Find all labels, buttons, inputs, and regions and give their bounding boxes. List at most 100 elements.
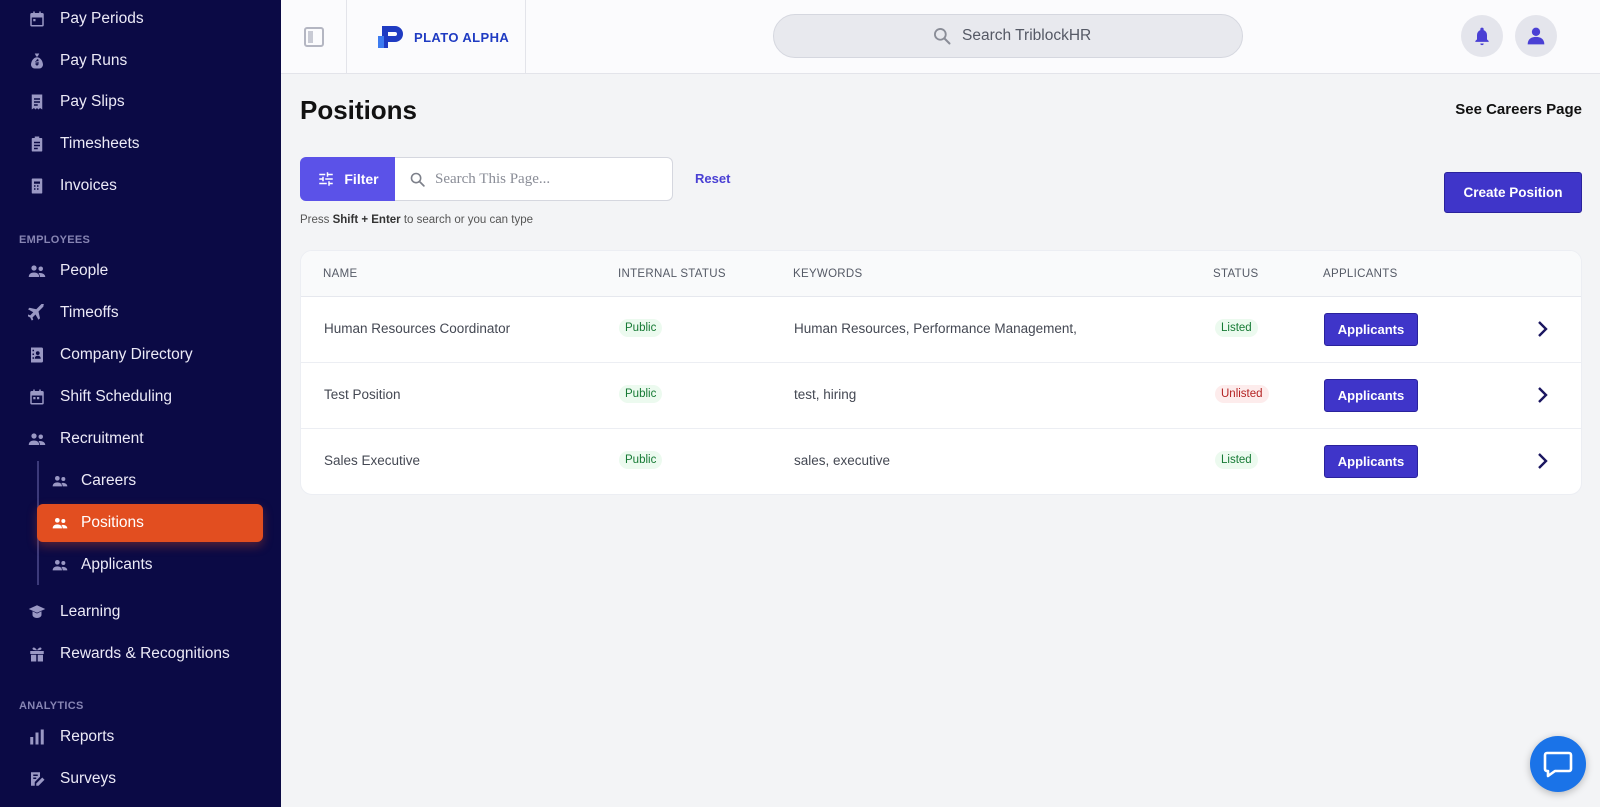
sidebar-item-timeoffs[interactable]: Timeoffs [28,298,119,328]
see-careers-page-link[interactable]: See Careers Page [1450,101,1582,118]
edit-note-icon [28,770,46,788]
search-hint: Press Shift + Enter to search or you can… [300,214,533,226]
gift-icon [28,645,46,663]
table-row[interactable]: Test Position Public test, hiring Unlist… [301,363,1581,429]
page-title: Positions [300,95,418,125]
bar-chart-icon [28,728,46,746]
column-header-applicants: APPLICANTS [1323,268,1398,280]
sidebar-item-label: Shift Scheduling [60,388,173,405]
bell-icon [1475,27,1489,46]
sidebar-item-people[interactable]: People [28,256,108,286]
sidebar-item-rewards[interactable]: Rewards & Recognitions [28,639,230,669]
positions-table: NAME INTERNAL STATUS KEYWORDS STATUS APP… [300,250,1582,495]
sidebar-item-label: Rewards & Recognitions [60,645,230,662]
position-keywords: Human Resources, Performance Management, [794,321,1077,336]
notifications-button[interactable] [1461,15,1503,57]
sidebar-toggle-icon [303,27,324,47]
logo[interactable]: PLATO ALPHA [347,0,526,74]
sidebar-item-label: Positions [81,514,144,531]
global-search-input[interactable]: Search TriblockHR [773,14,1243,58]
filter-button[interactable]: Filter [300,157,396,201]
table-row[interactable]: Human Resources Coordinator Public Human… [301,297,1581,363]
users-icon [52,473,68,489]
plane-icon [28,304,46,322]
applicants-button[interactable]: Applicants [1324,379,1418,412]
status-badge: Unlisted [1215,385,1269,403]
users-icon [28,262,46,280]
sidebar-item-pay-periods[interactable]: Pay Periods [28,4,144,34]
sidebar-item-label: Recruitment [60,430,144,447]
invoice-icon [28,177,46,195]
sidebar-item-shift-scheduling[interactable]: Shift Scheduling [28,382,172,412]
directory-icon [28,346,46,364]
applicants-button[interactable]: Applicants [1324,445,1418,478]
column-header-keywords: KEYWORDS [793,268,863,280]
plato-logo-icon [378,26,403,48]
sidebar-item-label: Applicants [81,556,153,573]
receipt-icon [28,93,46,111]
sidebar-item-label: People [60,262,109,279]
sidebar-item-label: Learning [60,603,121,620]
users-icon [28,430,46,448]
chevron-right-icon[interactable] [1535,320,1551,338]
profile-button[interactable] [1515,15,1557,57]
sidebar-item-positions[interactable]: Positions [37,504,263,542]
hint-prefix: Press [300,214,333,226]
create-position-button[interactable]: Create Position [1444,172,1582,213]
column-header-name: NAME [323,268,358,280]
sidebar-item-label: Reports [60,728,115,745]
sidebar: Pay Periods Pay Runs Pay Slips Timesheet… [0,0,281,807]
sidebar-item-label: Invoices [60,177,117,194]
position-keywords: sales, executive [794,453,891,468]
position-keywords: test, hiring [794,387,857,402]
calendar-icon [28,388,46,406]
top-bar: PLATO ALPHA Search TriblockHR [281,0,1600,74]
sidebar-item-label: Pay Slips [60,93,125,110]
sidebar-item-surveys[interactable]: Surveys [28,764,116,794]
sidebar-item-label: Company Directory [60,346,193,363]
chat-widget-button[interactable] [1530,736,1586,792]
sidebar-item-careers[interactable]: Careers [37,462,263,500]
sidebar-item-company-directory[interactable]: Company Directory [28,340,193,370]
sidebar-toggle-button[interactable] [281,0,347,74]
applicants-button[interactable]: Applicants [1324,313,1418,346]
sidebar-item-label: Pay Periods [60,10,144,27]
column-header-internal-status: INTERNAL STATUS [618,268,726,280]
status-badge: Listed [1215,319,1258,337]
graduation-cap-icon [28,603,46,621]
sidebar-item-reports[interactable]: Reports [28,722,114,752]
chevron-right-icon[interactable] [1535,386,1551,404]
internal-status-badge: Public [619,385,663,403]
sidebar-item-learning[interactable]: Learning [28,597,120,627]
user-icon [1527,27,1545,45]
users-icon [52,557,68,573]
reset-button[interactable]: Reset [695,171,730,186]
position-name: Sales Executive [324,453,421,468]
search-icon [934,28,951,45]
section-label-analytics: ANALYTICS [19,700,84,712]
sidebar-item-pay-runs[interactable]: Pay Runs [28,46,127,76]
internal-status-badge: Public [619,319,663,337]
sidebar-item-label: Pay Runs [60,52,128,69]
page-search-input[interactable] [435,170,655,188]
sidebar-item-invoices[interactable]: Invoices [28,171,117,201]
chat-bubble-icon [1543,751,1573,778]
sidebar-item-label: Timeoffs [60,304,119,321]
sidebar-item-timesheets[interactable]: Timesheets [28,129,140,159]
logo-text: PLATO ALPHA [414,29,510,45]
clipboard-icon [28,135,46,153]
status-badge: Listed [1215,451,1258,469]
section-label-employees: EMPLOYEES [19,234,91,246]
chevron-right-icon[interactable] [1535,452,1551,470]
page-search [395,157,673,201]
internal-status-badge: Public [619,451,663,469]
sidebar-item-applicants[interactable]: Applicants [37,546,263,584]
sidebar-item-pay-slips[interactable]: Pay Slips [28,87,125,117]
sidebar-item-label: Timesheets [60,135,140,152]
table-row[interactable]: Sales Executive Public sales, executive … [301,429,1581,494]
sidebar-item-recruitment[interactable]: Recruitment [28,424,144,454]
filter-label: Filter [344,171,379,187]
column-header-status: STATUS [1213,268,1259,280]
global-search-placeholder: Search TriblockHR [962,27,1092,44]
position-name: Test Position [324,387,401,402]
